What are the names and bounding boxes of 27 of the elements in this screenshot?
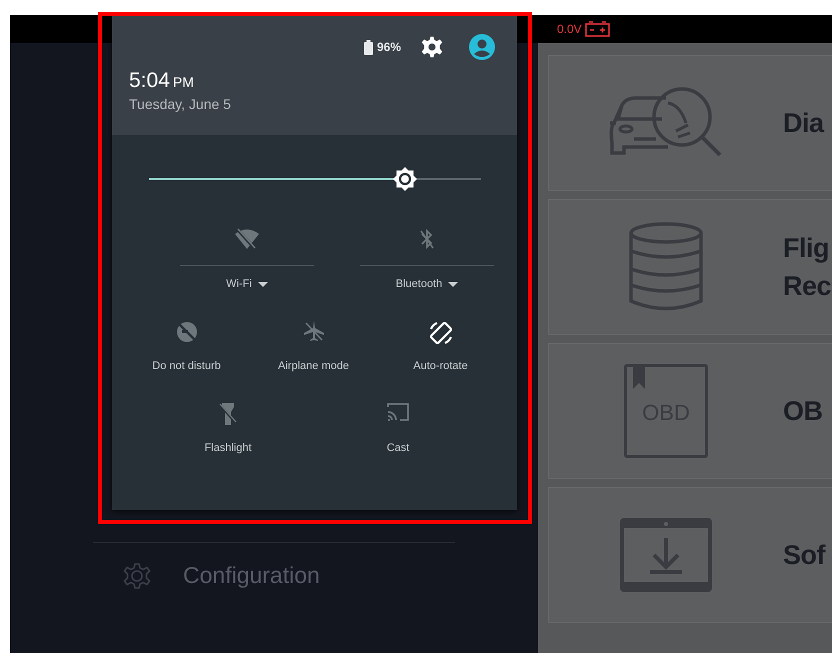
battery-icon [364,40,373,54]
settings-icon[interactable] [421,36,443,58]
drawer-item-label: Configuration [183,562,320,589]
card-title: OB [783,395,822,428]
caret-icon [258,282,268,286]
download-screen-icon [620,518,712,592]
voltage-reading: 0.0V [557,22,582,36]
brightness-handle[interactable] [392,166,418,192]
car-battery-icon [584,21,610,37]
caret-icon [448,282,458,286]
card-title: Dia [783,107,824,140]
quick-tile-button[interactable]: Cast [386,442,410,454]
card-title: Sof [783,539,825,572]
quick-tile-button[interactable]: Flashlight [204,442,252,454]
bookmark-icon [633,365,645,389]
quick-tile-button[interactable]: Do not disturb [152,360,221,372]
clock-date: Tuesday, June 5 [129,96,232,112]
settings-icon [123,562,151,590]
clock-time: 5:04 PM [129,69,195,93]
quick-tile-button[interactable]: Auto-rotate [413,360,468,372]
quick-tile-button[interactable]: Wi-Fi [226,278,268,290]
database-icon [628,221,704,313]
quick-tile-button[interactable]: Airplane mode [278,360,349,372]
card-title: Flig Rec [783,232,832,303]
user-avatar-icon[interactable] [469,34,495,60]
battery-percent: 96% [376,40,401,54]
quick-tile-button[interactable]: Bluetooth [396,278,458,290]
